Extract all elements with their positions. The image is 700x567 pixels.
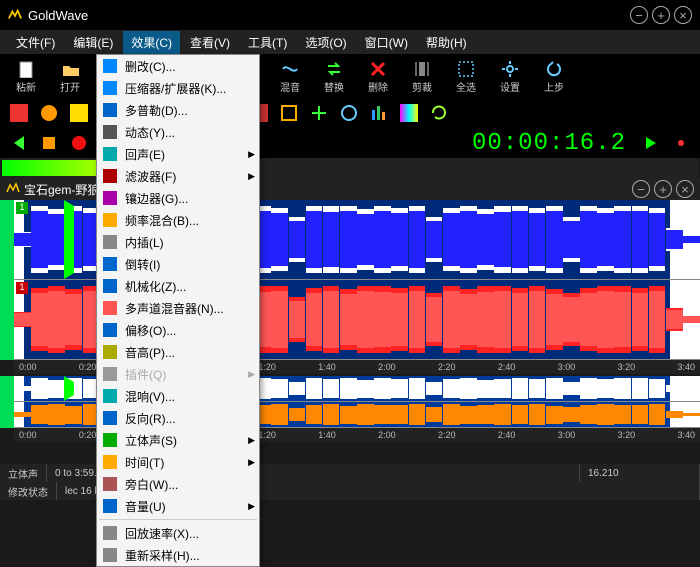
trim-button[interactable]: 剪裁: [402, 57, 442, 96]
menu-item[interactable]: 音高(P)...: [97, 341, 259, 363]
menu-item[interactable]: 多普勒(D)...: [97, 99, 259, 121]
menu-item[interactable]: 回放速率(X)...: [97, 522, 259, 544]
title-bar: GoldWave − + ×: [0, 0, 700, 30]
select-all-button[interactable]: 全选: [446, 57, 486, 96]
app-title: GoldWave: [28, 8, 630, 23]
open-button[interactable]: 打开: [50, 57, 90, 96]
stop-red-icon[interactable]: [36, 130, 62, 156]
menu-item[interactable]: 效果(C): [123, 31, 180, 54]
menu-item[interactable]: 重新采样(H)...: [97, 544, 259, 566]
paste-new-button[interactable]: 粘新: [6, 57, 46, 96]
menu-item[interactable]: 频率混合(B)...: [97, 209, 259, 231]
status-modify: 修改状态: [0, 482, 57, 500]
menu-item[interactable]: 滤波器(F)▶: [97, 165, 259, 187]
menu-item[interactable]: 帮助(H): [418, 31, 475, 54]
menu-item[interactable]: 回声(E)▶: [97, 143, 259, 165]
effects-menu-dropdown: 删改(C)...压缩器/扩展器(K)...多普勒(D)...动态(Y)...回声…: [96, 54, 260, 567]
fx-icon-12[interactable]: [336, 100, 362, 126]
playhead-icon[interactable]: [64, 200, 74, 279]
fx-icon-3[interactable]: [66, 100, 92, 126]
menu-item[interactable]: 偏移(O)...: [97, 319, 259, 341]
wave-maximize-button[interactable]: +: [654, 180, 672, 198]
menu-bar: 文件(F)编辑(E)效果(C)查看(V)工具(T)选项(O)窗口(W)帮助(H): [0, 30, 700, 54]
menu-item[interactable]: 镶边器(G)...: [97, 187, 259, 209]
channel-label-right: 1: [16, 282, 28, 294]
menu-item[interactable]: 窗口(W): [357, 31, 416, 54]
wave-minimize-button[interactable]: −: [632, 180, 650, 198]
minimize-button[interactable]: −: [630, 6, 648, 24]
menu-item[interactable]: 动态(Y)...: [97, 121, 259, 143]
menu-item[interactable]: 内插(L): [97, 231, 259, 253]
menu-item[interactable]: 旁白(W)...: [97, 473, 259, 495]
fx-icon-1[interactable]: [6, 100, 32, 126]
menu-separator: [99, 519, 257, 520]
menu-item[interactable]: 多声道混音器(N)...: [97, 297, 259, 319]
status-dot-icon: [668, 130, 694, 156]
menu-item: 插件(Q)▶: [97, 363, 259, 385]
menu-item[interactable]: 选项(O): [297, 31, 354, 54]
channel-label-left: 1: [16, 202, 28, 214]
delete-button[interactable]: 删除: [358, 57, 398, 96]
menu-item[interactable]: 音量(U)▶: [97, 495, 259, 517]
timecode-display: 00:00:16.2: [464, 130, 634, 157]
replace-button[interactable]: 替换: [314, 57, 354, 96]
fx-icon-11[interactable]: [306, 100, 332, 126]
wave-doc-icon: [6, 182, 20, 196]
fx-icon-10[interactable]: [276, 100, 302, 126]
menu-item[interactable]: 反向(R)...: [97, 407, 259, 429]
menu-item[interactable]: 编辑(E): [65, 31, 121, 54]
status-channels: 立体声: [0, 464, 47, 482]
menu-item[interactable]: 文件(F): [8, 31, 63, 54]
menu-item[interactable]: 混响(V)...: [97, 385, 259, 407]
menu-item[interactable]: 时间(T)▶: [97, 451, 259, 473]
loop-icon[interactable]: [426, 100, 452, 126]
equalizer-icon[interactable]: [366, 100, 392, 126]
menu-item[interactable]: 倒转(I): [97, 253, 259, 275]
wave-close-button[interactable]: ×: [676, 180, 694, 198]
channel-gutter: [0, 200, 14, 360]
status-position: 16.210: [580, 464, 700, 482]
fx-icon-2[interactable]: [36, 100, 62, 126]
spectrum-icon[interactable]: [396, 100, 422, 126]
menu-item[interactable]: 机械化(Z)...: [97, 275, 259, 297]
menu-item[interactable]: 立体声(S)▶: [97, 429, 259, 451]
app-logo-icon: [8, 8, 22, 22]
menu-item[interactable]: 压缩器/扩展器(K)...: [97, 77, 259, 99]
play-green-icon[interactable]: [638, 130, 664, 156]
menu-item[interactable]: 删改(C)...: [97, 55, 259, 77]
menu-item[interactable]: 查看(V): [182, 31, 238, 54]
mix-button[interactable]: 混音: [270, 57, 310, 96]
undo-button[interactable]: 上步: [534, 57, 574, 96]
record-icon[interactable]: [66, 130, 92, 156]
close-button[interactable]: ×: [674, 6, 692, 24]
maximize-button[interactable]: +: [652, 6, 670, 24]
play-prev-icon[interactable]: [6, 130, 32, 156]
menu-item[interactable]: 工具(T): [240, 31, 295, 54]
settings-button[interactable]: 设置: [490, 57, 530, 96]
